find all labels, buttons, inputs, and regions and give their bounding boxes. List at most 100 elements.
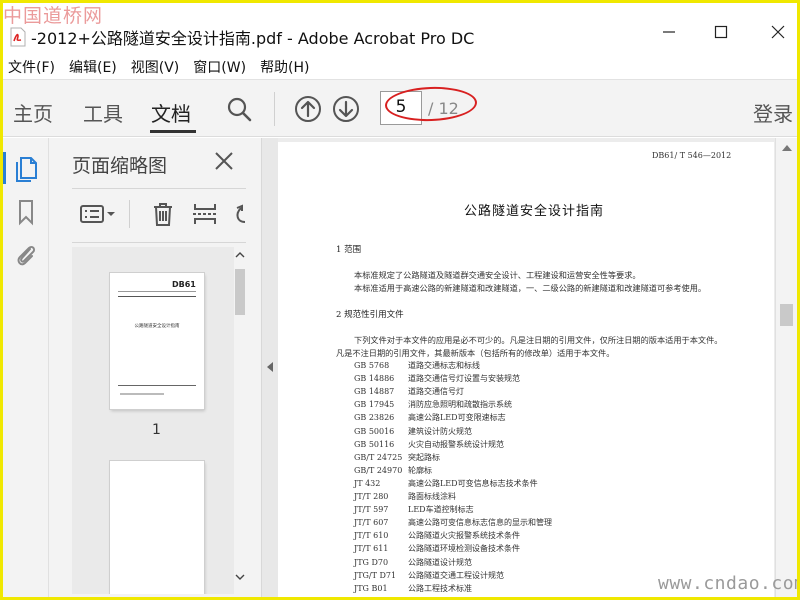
reference-item: JT 432 高速公路LED可变信息标志技术条件 — [354, 478, 538, 489]
reference-name: 道路交通标志和标线 — [408, 361, 480, 370]
collapse-arrow-icon[interactable] — [265, 361, 275, 373]
menu-view[interactable]: 视图(V) — [126, 55, 189, 79]
menu-help[interactable]: 帮助(H) — [255, 55, 318, 79]
reference-item: GB 14887 道路交通信号灯 — [354, 386, 464, 397]
attachment-icon[interactable] — [13, 241, 39, 269]
reference-item: JT/T 610 公路隧道火灾报警系统技术条件 — [354, 530, 520, 541]
reference-name: 火灾自动报警系统设计规范 — [408, 439, 504, 449]
reference-code: GB/T 24725 — [354, 452, 403, 462]
minimize-button[interactable] — [657, 21, 681, 43]
site-watermark-bottom: www.cndao.com — [658, 573, 797, 594]
reference-name: 建筑设计防火规范 — [408, 426, 472, 436]
thumbnail-scrollbar[interactable] — [234, 247, 246, 594]
thumbnail-scroll-thumb[interactable] — [235, 269, 245, 315]
reference-code: GB 50116 — [354, 439, 395, 449]
active-tab-indicator — [150, 130, 196, 133]
document-view[interactable]: DB61/ T 546—2012 公路隧道安全设计指南 1 范围 本标准规定了公… — [278, 138, 797, 597]
reference-item: JTG D70 公路隧道设计规范 — [354, 557, 472, 568]
reference-name: 公路隧道环境检测设备技术条件 — [408, 544, 520, 554]
panel-divider — [72, 242, 246, 243]
reference-code: GB 14887 — [354, 387, 395, 397]
search-icon[interactable] — [224, 94, 254, 124]
window-title: -2012+公路隧道安全设计指南.pdf - Adobe Acrobat Pro… — [31, 29, 475, 48]
acrobat-window: 中国道桥网 -2012+公路隧道安全设计指南.pdf - Adobe Acrob… — [3, 3, 797, 597]
section-1-line: 本标准适用于高速公路的新建隧道和改建隧道，一、二级公路的新建隧道和改建隧道可参考… — [354, 283, 707, 293]
reference-code: JTG/T D71 — [354, 570, 397, 580]
section-2-line: 下列文件对于本文件的应用是必不可少的。凡是注日期的引用文件，仅所注日期的版本适用… — [354, 335, 723, 345]
reference-name: 高速公路可变信息标志信息的显示和管理 — [408, 518, 552, 528]
arrow-down-circle-icon[interactable] — [331, 94, 361, 124]
reference-item: GB 5768 道路交通标志和标线 — [354, 360, 480, 371]
reference-code: JT/T 607 — [354, 518, 389, 528]
navigation-rail — [3, 138, 49, 597]
reference-code: JTG D70 — [354, 557, 389, 567]
login-button[interactable]: 登录 — [753, 98, 793, 127]
reference-code: GB 50016 — [354, 426, 395, 436]
reference-name: 消防应急照明和疏散指示系统 — [408, 400, 512, 410]
reference-item: JTG/T D71 公路隧道交通工程设计规范 — [354, 570, 504, 581]
reference-code: JT/T 611 — [354, 544, 389, 554]
section-2-heading: 2 规范性引用文件 — [336, 310, 404, 320]
reference-code: JT/T 610 — [354, 531, 389, 541]
doc-header-code: DB61/ T 546—2012 — [652, 151, 732, 160]
reference-name: 道路交通信号灯设置与安装规范 — [408, 374, 520, 384]
close-icon[interactable] — [213, 150, 235, 172]
page-thumbnail-2[interactable] — [110, 461, 204, 594]
chevron-down-icon[interactable] — [235, 573, 245, 581]
menu-edit[interactable]: 编辑(E) — [64, 55, 126, 79]
scroll-up-icon[interactable] — [781, 144, 793, 152]
bookmark-icon[interactable] — [13, 198, 39, 226]
rotate-icon[interactable] — [231, 200, 247, 228]
page-thumbnails-panel: 页面缩略图 DB61 公路隧道安全设计指南 1 — [49, 138, 261, 597]
tab-home[interactable]: 主页 — [13, 98, 53, 127]
reference-item: GB 50016 建筑设计防火规范 — [354, 426, 472, 437]
reference-code: GB/T 24970 — [354, 465, 403, 475]
tab-tools[interactable]: 工具 — [83, 98, 123, 127]
reference-item: GB/T 24725 突起路标 — [354, 452, 440, 463]
reference-item: JTG B01 公路工程技术标准 — [354, 583, 472, 594]
menu-bar: 文件(F) 编辑(E) 视图(V) 窗口(W) 帮助(H) — [3, 55, 797, 79]
reference-name: 突起路标 — [408, 452, 440, 462]
insert-page-icon[interactable] — [191, 200, 219, 228]
reference-name: 高速公路LED可变信息标志技术条件 — [408, 478, 538, 488]
reference-code: JTG B01 — [354, 583, 388, 593]
section-1-line: 本标准规定了公路隧道及隧道群交通安全设计、工程建设和运营安全性等要求。 — [354, 270, 641, 280]
thumb-doc-number: DB61 — [172, 280, 196, 289]
thumbnail-list[interactable]: DB61 公路隧道安全设计指南 1 — [72, 247, 246, 594]
reference-item: GB/T 24970 轮廓标 — [354, 465, 432, 476]
panel-title: 页面缩略图 — [72, 155, 168, 177]
title-bar: 中国道桥网 -2012+公路隧道安全设计指南.pdf - Adobe Acrob… — [3, 3, 797, 55]
minimize-icon — [663, 31, 675, 33]
chevron-up-icon[interactable] — [235, 251, 245, 259]
reference-name: 轮廓标 — [408, 465, 432, 475]
document-scroll-thumb[interactable] — [780, 304, 793, 326]
panel-collapse-strip[interactable] — [261, 138, 278, 597]
maximize-button[interactable] — [709, 21, 733, 43]
page-thumbnail-1[interactable]: DB61 公路隧道安全设计指南 — [110, 273, 204, 409]
reference-item: GB 50116 火灾自动报警系统设计规范 — [354, 439, 504, 450]
options-icon[interactable] — [79, 200, 119, 228]
reference-item: GB 17945 消防应急照明和疏散指示系统 — [354, 399, 512, 410]
doc-title: 公路隧道安全设计指南 — [463, 204, 604, 219]
toolbar-separator — [274, 92, 275, 126]
reference-item: JT/T 597 LED车道控制标志 — [354, 504, 474, 515]
tab-document[interactable]: 文档 — [151, 98, 191, 127]
reference-item: GB 14886 道路交通信号灯设置与安装规范 — [354, 373, 520, 384]
arrow-up-circle-icon[interactable] — [293, 94, 323, 124]
reference-code: GB 17945 — [354, 400, 395, 410]
reference-code: GB 23826 — [354, 413, 395, 423]
document-scrollbar[interactable] — [775, 138, 797, 597]
delete-icon[interactable] — [149, 200, 177, 228]
reference-item: JT/T 611 公路隧道环境检测设备技术条件 — [354, 543, 520, 554]
rail-active-indicator — [3, 152, 6, 184]
reference-code: JT 432 — [354, 478, 381, 488]
reference-code: JT/T 597 — [354, 505, 389, 515]
menu-window[interactable]: 窗口(W) — [188, 55, 255, 79]
pdf-file-icon — [10, 27, 26, 47]
page-thumbnails-icon[interactable] — [13, 154, 39, 182]
close-button[interactable] — [766, 21, 790, 43]
document-page: DB61/ T 546—2012 公路隧道安全设计指南 1 范围 本标准规定了公… — [278, 142, 774, 597]
reference-code: JT/T 280 — [354, 492, 389, 501]
menu-file[interactable]: 文件(F) — [3, 55, 64, 79]
reference-item: JT/T 280 路面标线涂料 — [354, 491, 456, 502]
